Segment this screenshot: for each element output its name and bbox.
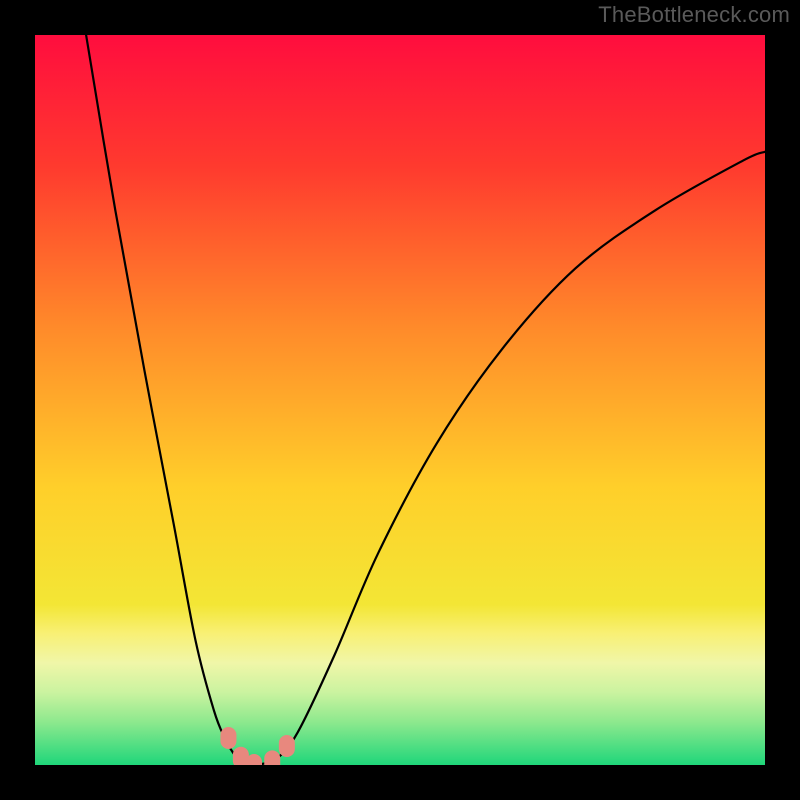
- gradient-background: [35, 35, 765, 765]
- chart-root: TheBottleneck.com: [0, 0, 800, 800]
- watermark-text: TheBottleneck.com: [598, 2, 790, 28]
- chart-stage: [35, 35, 765, 765]
